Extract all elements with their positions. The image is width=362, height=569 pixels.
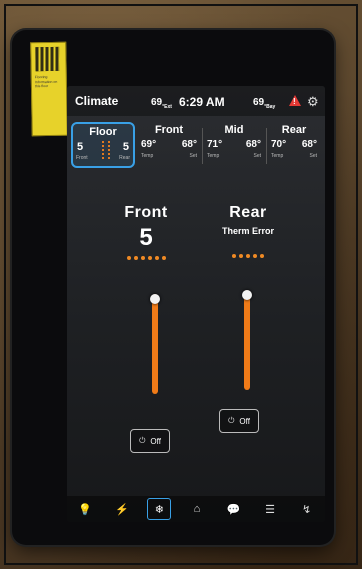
mid-set: 68° bbox=[245, 139, 261, 150]
top-bar: Climate 69°Ext 6:29 AM 69°Bay ⚙ bbox=[67, 86, 325, 116]
grid-icon[interactable]: ☰ bbox=[259, 499, 281, 519]
zone-name: Mid bbox=[224, 124, 244, 136]
home-icon[interactable]: ⌂ bbox=[186, 499, 208, 519]
temp-label: Temp bbox=[271, 153, 284, 159]
front-slider-track[interactable] bbox=[152, 294, 158, 394]
front-title: Front bbox=[124, 204, 168, 221]
warning-icon[interactable] bbox=[289, 95, 301, 106]
chat-icon[interactable]: 💬 bbox=[223, 499, 245, 519]
info-sticker: Flooring Information on this floor bbox=[30, 41, 68, 137]
rear-title: Rear bbox=[229, 204, 267, 221]
floor-front-label: Front bbox=[76, 155, 88, 161]
signal-icon[interactable]: ↯ bbox=[296, 499, 318, 519]
front-control: Front 5 bbox=[101, 204, 191, 260]
power-icon: ⏻ bbox=[139, 436, 146, 445]
rear-control: Rear Therm Error bbox=[203, 204, 293, 258]
floor-rear-value: 5 bbox=[122, 141, 129, 153]
zone-tab-mid[interactable]: Mid 71° 68° Temp Set bbox=[203, 122, 265, 168]
rear-error: Therm Error bbox=[221, 226, 274, 236]
rear-temp: 70° bbox=[271, 139, 287, 150]
zone-selector: Floor 5 5 Front Rear Front 69° 68° Temp bbox=[71, 122, 321, 170]
mid-temp: 71° bbox=[207, 139, 223, 150]
lightbulb-icon[interactable]: 💡 bbox=[74, 499, 96, 519]
rear-set: 68° bbox=[301, 139, 317, 150]
zone-tab-front[interactable]: Front 69° 68° Temp Set bbox=[137, 122, 201, 168]
page-title: Climate bbox=[75, 94, 119, 108]
floor-rear-label: Rear bbox=[119, 155, 130, 161]
climate-screen: Climate 69°Ext 6:29 AM 69°Bay ⚙ Floor 5 … bbox=[67, 86, 325, 522]
qr-code-icon bbox=[35, 46, 60, 72]
temp-label: Temp bbox=[141, 153, 154, 159]
front-level-dots bbox=[101, 256, 191, 260]
zone-tab-floor[interactable]: Floor 5 5 Front Rear bbox=[71, 122, 135, 168]
set-label: Set bbox=[309, 153, 317, 159]
front-off-button[interactable]: ⏻ Off bbox=[130, 429, 170, 453]
clock: 6:29 AM bbox=[179, 95, 225, 109]
power-bolt-icon[interactable]: ⚡ bbox=[111, 499, 133, 519]
snowflake-icon[interactable]: ❄ bbox=[147, 498, 172, 520]
power-icon: ⏻ bbox=[228, 416, 235, 425]
zone-name: Rear bbox=[281, 124, 307, 136]
front-temp: 69° bbox=[141, 139, 157, 150]
set-label: Set bbox=[253, 153, 261, 159]
sticker-text: Flooring Information on this floor bbox=[34, 75, 58, 89]
floor-front-value: 5 bbox=[77, 141, 84, 153]
exterior-temp: 69°Ext bbox=[151, 97, 172, 110]
off-label: Off bbox=[239, 416, 250, 426]
bottom-nav: 💡 ⚡ ❄ ⌂ 💬 ☰ ↯ bbox=[67, 496, 325, 522]
front-slider-handle[interactable] bbox=[150, 294, 160, 304]
gear-icon[interactable]: ⚙ bbox=[307, 94, 319, 110]
bay-temp: 69°Bay bbox=[253, 97, 276, 110]
zone-tab-rear[interactable]: Rear 70° 68° Temp Set bbox=[267, 122, 321, 168]
rear-slider-track[interactable] bbox=[244, 290, 250, 390]
front-set: 68° bbox=[181, 139, 197, 150]
rear-off-button[interactable]: ⏻ Off bbox=[219, 409, 259, 433]
zone-name: Floor bbox=[89, 126, 117, 138]
rear-slider-handle[interactable] bbox=[242, 290, 252, 300]
zone-name: Front bbox=[154, 124, 184, 136]
front-level-value: 5 bbox=[139, 224, 153, 251]
off-label: Off bbox=[150, 436, 161, 446]
temp-label: Temp bbox=[207, 153, 220, 159]
rear-level-dots bbox=[203, 254, 293, 258]
set-label: Set bbox=[189, 153, 197, 159]
